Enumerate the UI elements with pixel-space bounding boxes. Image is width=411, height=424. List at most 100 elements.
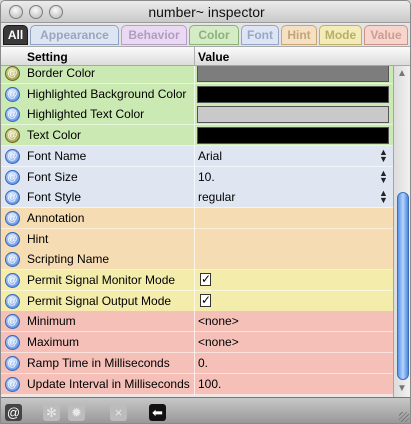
column-header: Setting Value bbox=[1, 46, 410, 66]
attribute-label: Hint bbox=[27, 231, 49, 246]
tab-font[interactable]: Font bbox=[241, 25, 279, 45]
attribute-row[interactable]: @ Permit Signal Monitor Mode ✓ bbox=[1, 270, 393, 291]
attribute-row[interactable]: @ Font Size 10. ▲ ▼ bbox=[1, 166, 393, 188]
stepper-arrows-icon[interactable]: ▲ ▼ bbox=[379, 147, 388, 163]
attribute-row[interactable]: @ Annotation bbox=[1, 207, 393, 229]
row-divider bbox=[194, 145, 195, 167]
scroll-up-arrow-icon[interactable]: ▲ bbox=[397, 68, 407, 79]
attribute-value[interactable]: 0. bbox=[198, 356, 208, 370]
at-icon[interactable]: @ bbox=[5, 404, 22, 421]
attribute-label: Ramp Time in Milliseconds bbox=[27, 355, 170, 370]
tab-hint[interactable]: Hint bbox=[281, 25, 317, 45]
vertical-scrollbar[interactable]: ▲ ▼ bbox=[393, 66, 410, 397]
attribute-label: Annotation bbox=[27, 210, 85, 225]
attribute-action-icon[interactable]: @ bbox=[5, 335, 20, 351]
attribute-label: Permit Signal Monitor Mode bbox=[27, 273, 176, 287]
color-swatch[interactable] bbox=[197, 106, 389, 124]
attribute-row[interactable]: @ Text Color bbox=[1, 125, 393, 147]
attribute-value[interactable]: 100. bbox=[198, 377, 221, 391]
row-divider bbox=[194, 166, 195, 188]
row-divider bbox=[194, 66, 195, 84]
resize-grip-icon[interactable] bbox=[399, 412, 409, 422]
row-divider bbox=[194, 228, 195, 250]
tab-bar: All Appearance Behavior Color Font Hint Mode Va… bbox=[1, 24, 410, 46]
attribute-row[interactable]: @ Ramp Time in Milliseconds 0. bbox=[1, 352, 393, 374]
attribute-action-icon[interactable]: @ bbox=[5, 190, 20, 206]
value-column-header[interactable]: Value bbox=[198, 50, 229, 64]
checkbox[interactable]: ✓ bbox=[200, 273, 211, 286]
tab-all[interactable]: All bbox=[3, 25, 28, 45]
attribute-label: Update Interval in Milliseconds bbox=[27, 376, 190, 391]
asterisk-icon[interactable]: ✻ bbox=[43, 404, 60, 421]
attribute-value[interactable]: Arial bbox=[198, 149, 222, 163]
tab-appearance[interactable]: Appearance bbox=[30, 25, 119, 45]
attribute-value[interactable]: <none> bbox=[198, 335, 239, 349]
attribute-label: Highlighted Background Color bbox=[27, 86, 187, 101]
attribute-row[interactable]: @ Maximum <none> bbox=[1, 332, 393, 354]
attribute-action-icon[interactable]: @ bbox=[5, 128, 20, 144]
color-swatch[interactable] bbox=[197, 127, 389, 145]
attribute-row[interactable]: @ Permit Signal Output Mode ✓ bbox=[1, 290, 393, 312]
attribute-label: Border Color bbox=[27, 66, 96, 80]
attribute-row[interactable]: @ Highlighted Text Color bbox=[1, 104, 393, 126]
row-divider bbox=[194, 83, 195, 105]
attribute-action-icon[interactable]: @ bbox=[5, 86, 20, 102]
attribute-value[interactable]: regular bbox=[198, 190, 235, 204]
row-divider bbox=[194, 125, 195, 147]
attribute-row[interactable]: @ Minimum <none> bbox=[1, 311, 393, 333]
column-divider[interactable] bbox=[194, 47, 195, 66]
stepper-arrows-icon[interactable]: ▲ ▼ bbox=[379, 168, 388, 184]
row-divider bbox=[194, 311, 195, 333]
attribute-value[interactable]: 10. bbox=[198, 170, 215, 184]
inspector-window: number~ inspector All Appearance Behavior C… bbox=[0, 0, 411, 424]
tab-color[interactable]: Color bbox=[189, 25, 239, 45]
row-divider bbox=[194, 187, 195, 209]
attribute-action-icon[interactable]: @ bbox=[5, 210, 20, 226]
attribute-row[interactable]: @ Highlighted Background Color bbox=[1, 83, 393, 105]
attribute-label: Text Color bbox=[27, 128, 82, 143]
attribute-row[interactable]: @ Font Name Arial ▲ ▼ bbox=[1, 145, 393, 167]
row-divider bbox=[194, 207, 195, 229]
attribute-label: Font Size bbox=[27, 169, 78, 184]
attribute-row[interactable]: @ Scripting Name bbox=[1, 249, 393, 271]
attribute-action-icon[interactable]: @ bbox=[5, 273, 20, 288]
attribute-action-icon[interactable]: @ bbox=[5, 169, 20, 185]
attribute-label: Permit Signal Output Mode bbox=[27, 293, 172, 308]
gear-icon[interactable]: ✹ bbox=[68, 404, 85, 421]
attribute-label: Scripting Name bbox=[27, 252, 110, 267]
attribute-action-icon[interactable]: @ bbox=[5, 293, 20, 309]
attribute-action-icon[interactable]: @ bbox=[5, 252, 20, 268]
bottom-toolbar: @ ✻ ✹ × ⬅ bbox=[1, 397, 410, 423]
tab-behavior[interactable]: Behavior bbox=[121, 25, 187, 45]
color-swatch[interactable] bbox=[197, 85, 389, 103]
scroll-thumb[interactable] bbox=[397, 192, 409, 380]
attribute-action-icon[interactable]: @ bbox=[5, 355, 20, 371]
tab-mode[interactable]: Mode bbox=[319, 25, 362, 45]
scroll-down-arrow-icon[interactable]: ▼ bbox=[397, 383, 407, 394]
row-divider bbox=[194, 332, 195, 354]
attribute-row[interactable]: @ Hint bbox=[1, 228, 393, 250]
tab-value[interactable]: Value bbox=[364, 25, 408, 45]
stepper-arrows-icon[interactable]: ▲ ▼ bbox=[379, 189, 388, 205]
attribute-action-icon[interactable]: @ bbox=[5, 107, 20, 123]
attribute-label: Font Name bbox=[27, 148, 87, 163]
setting-column-header[interactable]: Setting bbox=[27, 50, 68, 64]
attribute-row[interactable]: @ Font Style regular ▲ ▼ bbox=[1, 187, 393, 209]
attribute-action-icon[interactable]: @ bbox=[5, 376, 20, 392]
row-divider bbox=[194, 104, 195, 126]
close-icon[interactable]: × bbox=[110, 404, 127, 421]
attribute-value[interactable]: <none> bbox=[198, 314, 239, 328]
row-divider bbox=[194, 290, 195, 312]
color-swatch[interactable] bbox=[197, 66, 389, 82]
checkbox[interactable]: ✓ bbox=[200, 293, 211, 307]
attribute-action-icon[interactable]: @ bbox=[5, 314, 20, 330]
attribute-label: Minimum bbox=[27, 314, 76, 329]
attribute-action-icon[interactable]: @ bbox=[5, 66, 20, 81]
attribute-list: @ Border Color @ Highlighted Background Col… bbox=[1, 66, 393, 397]
attribute-row[interactable]: @ Border Color bbox=[1, 66, 393, 84]
title-bar[interactable]: number~ inspector bbox=[1, 1, 410, 23]
attribute-action-icon[interactable]: @ bbox=[5, 148, 20, 164]
attribute-action-icon[interactable]: @ bbox=[5, 231, 20, 247]
back-arrow-icon[interactable]: ⬅ bbox=[149, 404, 166, 421]
attribute-row[interactable]: @ Update Interval in Milliseconds 100. bbox=[1, 373, 393, 395]
